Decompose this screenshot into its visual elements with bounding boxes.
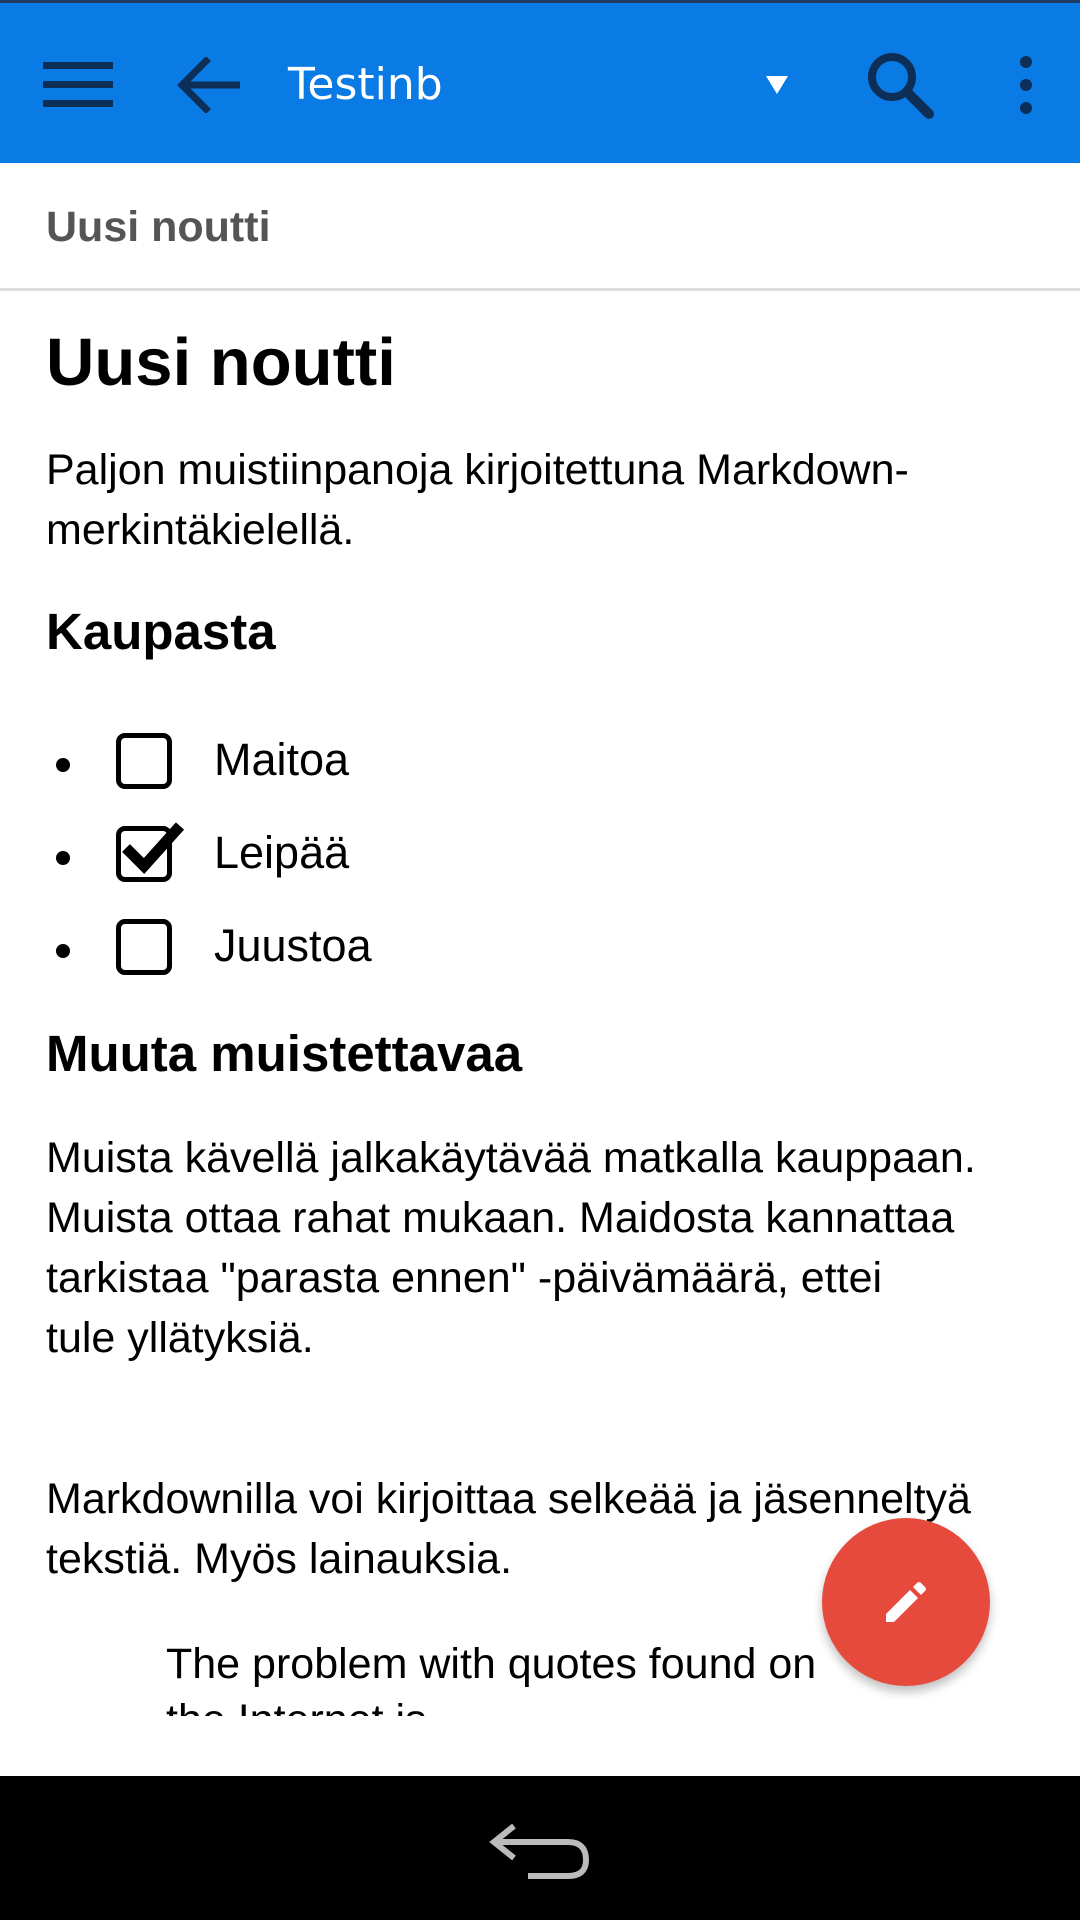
menu-icon (43, 62, 113, 107)
app-bar: Testinb (0, 0, 1080, 163)
reminder-text-line: Muista kävellä jalkakäytävää matkalla ka… (46, 1134, 976, 1302)
reminder-paragraph: Muista kävellä jalkakäytävää matkalla ka… (46, 1128, 1046, 1368)
app-title[interactable]: Testinb (288, 59, 443, 110)
bullet-icon (56, 851, 70, 865)
bullet-icon (56, 944, 70, 958)
overflow-menu-button[interactable] (996, 41, 1056, 129)
reminder-text-line: tule yllätyksiä. (46, 1314, 314, 1362)
checklist-label: Leipää (214, 827, 350, 878)
menu-button[interactable] (30, 41, 126, 129)
nav-back-button[interactable] (480, 1806, 600, 1896)
checkbox-unchecked[interactable] (116, 733, 172, 789)
pencil-edit-icon (886, 1582, 926, 1622)
more-vert-icon (1020, 56, 1032, 114)
checkbox-unchecked[interactable] (116, 919, 172, 975)
section-heading-kaupasta: Kaupasta (46, 603, 276, 660)
note-content[interactable]: Uusi noutti Paljon muistiinpanoja kirjoi… (46, 291, 1046, 1729)
bullet-icon (56, 758, 70, 772)
nav-back-icon (489, 1823, 590, 1879)
checklist-item: Leipää (46, 822, 746, 894)
section-heading-muuta: Muuta muistettavaa (46, 1025, 523, 1082)
checklist-item: Juustoa (46, 917, 746, 987)
checkmark-icon (122, 822, 185, 874)
title-dropdown-button[interactable] (745, 53, 809, 117)
blockquote: The problem with quotes found on the Int… (166, 1640, 817, 1716)
edit-fab-button[interactable] (822, 1518, 990, 1686)
search-button[interactable] (850, 41, 950, 129)
checklist-label: Juustoa (214, 920, 372, 971)
note-title: Uusi noutti (46, 203, 271, 251)
note-title-bar: Uusi noutti (0, 163, 1080, 291)
checklist-label: Maitoa (214, 734, 350, 785)
checklist-item: Maitoa (46, 731, 746, 801)
dropdown-triangle-icon (766, 76, 788, 94)
intro-paragraph: Paljon muistiinpanoja kirjoitettuna Mark… (46, 446, 909, 554)
search-icon (868, 53, 934, 119)
system-nav-bar (0, 1776, 1080, 1920)
note-heading: Uusi noutti (46, 325, 396, 400)
arrow-back-icon (177, 57, 240, 113)
back-button[interactable] (160, 41, 256, 129)
